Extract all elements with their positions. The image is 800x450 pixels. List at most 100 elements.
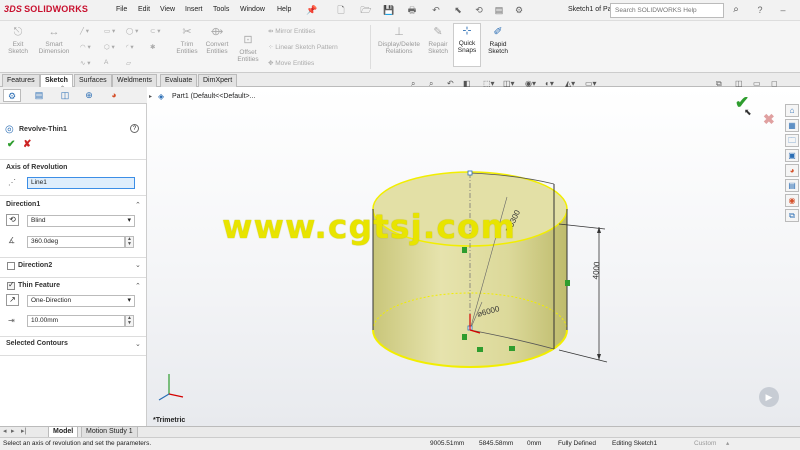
convert-entities-button[interactable]: ⟴ Convert Entities bbox=[202, 25, 232, 55]
view-palette-icon[interactable]: ▣ bbox=[785, 149, 799, 162]
tab-scroll-left-icon[interactable]: ◂ bbox=[3, 427, 7, 435]
menu-insert[interactable]: Insert bbox=[185, 6, 203, 13]
select-arrow-icon[interactable]: ⬉ bbox=[452, 4, 464, 16]
plane-tool-icon[interactable]: ▱ bbox=[126, 59, 131, 67]
menu-file[interactable]: File bbox=[116, 6, 127, 13]
menu-window[interactable]: Window bbox=[240, 6, 265, 13]
help-search-box[interactable] bbox=[610, 3, 724, 18]
tab-sketch[interactable]: Sketch bbox=[40, 74, 73, 87]
cancel-x-icon[interactable]: ✘ bbox=[23, 139, 31, 150]
repair-sketch-button[interactable]: ✎ Repair Sketch bbox=[424, 25, 452, 55]
quick-snaps-button[interactable]: ⊹ Quick Snaps bbox=[453, 23, 481, 67]
sketch-point-top[interactable] bbox=[467, 170, 473, 176]
height-dimension[interactable]: 4000 bbox=[591, 261, 602, 280]
ok-check-icon[interactable]: ✔ bbox=[7, 139, 15, 150]
smart-dimension-button[interactable]: ↔ Smart Dimension bbox=[36, 25, 72, 55]
tab-evaluate[interactable]: Evaluate bbox=[160, 74, 198, 87]
rectangle-tool-icon[interactable]: ▭ ▾ bbox=[104, 27, 115, 35]
feature-manager-icon[interactable]: ⚙ bbox=[3, 89, 21, 102]
pin-icon[interactable]: 📌 bbox=[306, 4, 318, 16]
play-button-icon[interactable]: ▶ bbox=[759, 387, 779, 407]
help-icon[interactable]: ? bbox=[130, 124, 139, 133]
thickness-input[interactable]: 10.00mm bbox=[27, 315, 125, 327]
dimxpert-manager-icon[interactable]: ⊕ bbox=[80, 89, 98, 102]
help-icon[interactable]: ? bbox=[754, 4, 766, 16]
search-input[interactable] bbox=[611, 4, 711, 17]
reverse-thickness-icon[interactable]: ↗ bbox=[6, 294, 19, 306]
tab-features[interactable]: Features bbox=[2, 74, 40, 87]
point-tool-icon[interactable]: ✱ bbox=[150, 43, 155, 51]
angle-icon: ∡ bbox=[8, 236, 16, 245]
slot-tool-icon[interactable]: ⊂ ▾ bbox=[150, 27, 161, 35]
open-icon[interactable]: 🗁 bbox=[360, 4, 372, 16]
exit-sketch-label: Exit Sketch bbox=[8, 41, 28, 55]
axis-of-revolution-field[interactable]: Line1 bbox=[27, 177, 135, 189]
text-tool-icon[interactable]: A bbox=[104, 59, 108, 66]
status-x-coordinate: 9005.51mm bbox=[430, 440, 465, 447]
direction2-checkbox[interactable] bbox=[7, 262, 15, 270]
tab-dimxpert[interactable]: DimXpert bbox=[198, 74, 238, 87]
minimize-icon[interactable]: – bbox=[777, 4, 789, 16]
trim-entities-button[interactable]: ✂ Trim Entities bbox=[172, 25, 202, 55]
menu-tools[interactable]: Tools bbox=[213, 6, 229, 13]
tab-scroll-right-icon[interactable]: ▸ bbox=[11, 427, 15, 435]
fillet-tool-icon[interactable]: ◜ ▾ bbox=[126, 43, 134, 51]
display-delete-relations-button[interactable]: ⊥ Display/Delete Relations bbox=[374, 25, 424, 55]
tab-surfaces[interactable]: Surfaces bbox=[74, 74, 112, 87]
search-icon[interactable]: ⌕ bbox=[730, 4, 742, 16]
appearances-icon[interactable]: ◕ bbox=[785, 164, 799, 177]
angle-spinner[interactable]: ▲ ▼ bbox=[125, 236, 134, 248]
line-tool-icon[interactable]: ╱ ▾ bbox=[80, 27, 89, 35]
menu-help[interactable]: Help bbox=[277, 6, 291, 13]
arc-tool-icon[interactable]: ◠ ▾ bbox=[80, 43, 91, 51]
property-manager-icon[interactable]: ▤ bbox=[30, 89, 48, 102]
section-divider bbox=[0, 355, 146, 356]
mirror-entities-button[interactable]: ⇹ Mirror Entities bbox=[268, 27, 315, 35]
move-entities-button[interactable]: ✥ Move Entities bbox=[268, 59, 314, 67]
thin-type-select[interactable]: One-Direction bbox=[27, 295, 135, 307]
thickness-spinner[interactable]: ▲ ▼ bbox=[125, 315, 134, 327]
reverse-direction-icon[interactable]: ⟲ bbox=[6, 214, 19, 226]
command-manager-ribbon: ⎋ Exit Sketch ↔ Smart Dimension ╱ ▾ ◠ ▾ … bbox=[0, 21, 800, 73]
new-document-icon[interactable]: 🗋 bbox=[335, 4, 347, 16]
file-properties-icon[interactable]: ▤ bbox=[493, 4, 505, 16]
solidworks-resources-icon[interactable]: ⌂ bbox=[785, 104, 799, 117]
expand-chevron-icon[interactable]: ⌄ bbox=[135, 340, 141, 348]
menu-view[interactable]: View bbox=[160, 6, 175, 13]
thin-feature-checkbox[interactable]: ✓ bbox=[7, 280, 15, 290]
spline-tool-icon[interactable]: ∿ ▾ bbox=[80, 59, 91, 67]
rapid-sketch-button[interactable]: ✐ Rapid Sketch bbox=[484, 25, 512, 55]
custom-properties-icon[interactable]: ▤ bbox=[785, 179, 799, 192]
undo-icon[interactable]: ↶ bbox=[430, 4, 442, 16]
collapse-chevron-icon[interactable]: ⌃ bbox=[135, 282, 141, 290]
rebuild-icon[interactable]: ⟲ bbox=[473, 4, 485, 16]
polygon-tool-icon[interactable]: ⬡ ▾ bbox=[104, 43, 115, 51]
thin-feature-title[interactable]: Thin Feature bbox=[18, 282, 60, 289]
solidworks-logo[interactable]: 3DS SOLIDWORKS bbox=[4, 4, 88, 14]
tab-scroll-end-icon[interactable]: ▸| bbox=[21, 427, 26, 435]
direction2-title[interactable]: Direction2 bbox=[18, 262, 52, 269]
tab-weldments[interactable]: Weldments bbox=[112, 74, 157, 87]
print-icon[interactable]: 🖶 bbox=[406, 4, 418, 16]
options-gear-icon[interactable]: ⚙ bbox=[513, 4, 525, 16]
status-units[interactable]: Custom bbox=[694, 438, 716, 450]
solidworks-forum-icon[interactable]: ◉ bbox=[785, 194, 799, 207]
graphics-area[interactable]: ▸ ◈ Part1 (Default<<Default>... ⌕ ⌕ ↶ ◧ … bbox=[147, 79, 800, 426]
circle-tool-icon[interactable]: ◯ ▾ bbox=[126, 27, 138, 35]
splitter-handle-icon[interactable]: ⌃ bbox=[60, 85, 65, 92]
expand-chevron-icon[interactable]: ⌄ bbox=[135, 261, 141, 269]
display-manager-icon[interactable]: ◕ bbox=[105, 89, 123, 102]
file-explorer-icon[interactable]: 🗀 bbox=[785, 134, 799, 147]
direction1-angle-input[interactable]: 360.0deg bbox=[27, 236, 125, 248]
model-drawing[interactable] bbox=[147, 87, 800, 426]
units-dropdown-icon[interactable]: ▴ bbox=[726, 438, 729, 450]
design-library-icon[interactable]: ▦ bbox=[785, 119, 799, 132]
collaboration-icon[interactable]: ⧉ bbox=[785, 209, 799, 222]
linear-pattern-button[interactable]: ⁘ Linear Sketch Pattern bbox=[268, 43, 338, 51]
menu-edit[interactable]: Edit bbox=[138, 6, 150, 13]
exit-sketch-button[interactable]: ⎋ Exit Sketch bbox=[4, 25, 32, 55]
save-icon[interactable]: 💾 bbox=[383, 4, 395, 16]
collapse-chevron-icon[interactable]: ⌃ bbox=[135, 201, 141, 209]
direction1-type-select[interactable]: Blind bbox=[27, 215, 135, 227]
offset-entities-button[interactable]: ⊡ Offset Entities bbox=[233, 33, 263, 63]
